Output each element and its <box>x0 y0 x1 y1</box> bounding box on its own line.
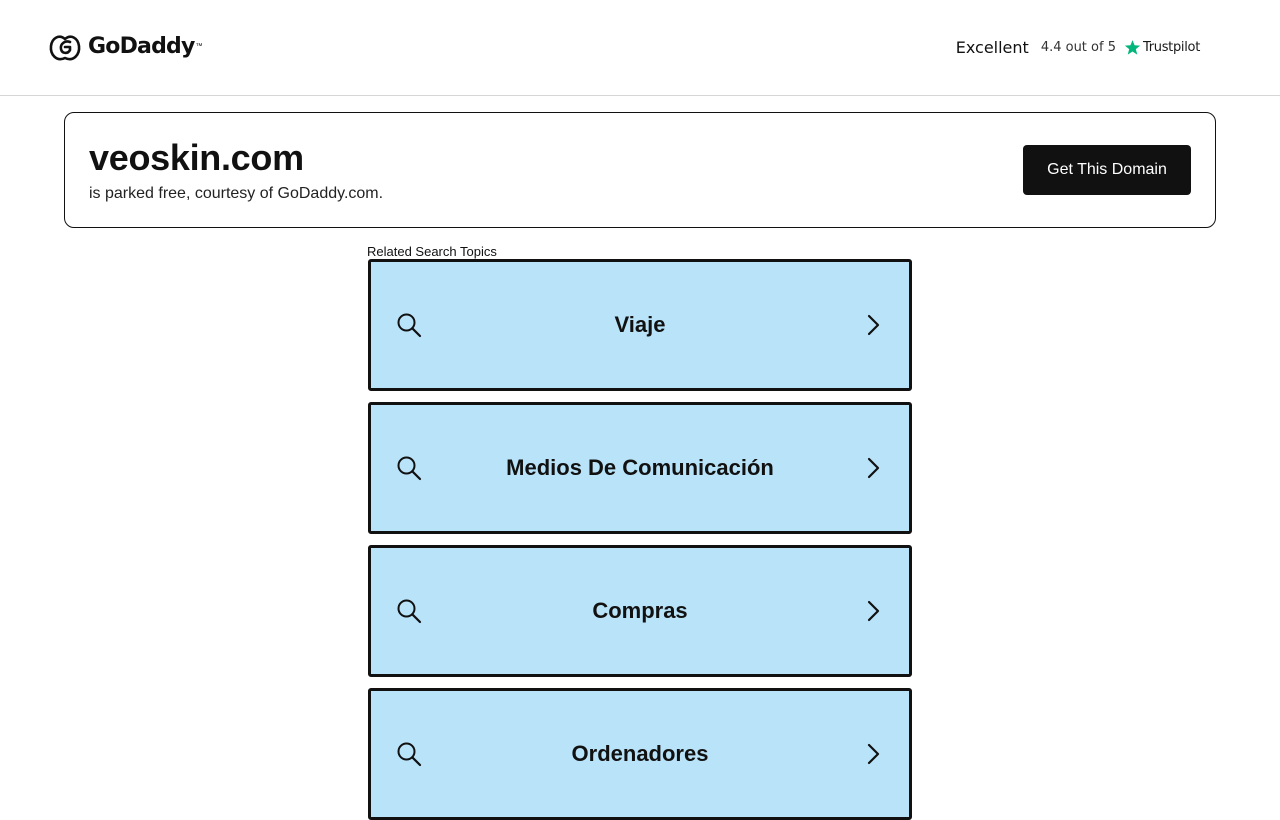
chevron-right-icon <box>867 457 880 479</box>
domain-name: veoskin.com <box>89 137 304 178</box>
topic-label: Ordenadores <box>571 741 709 766</box>
search-icon <box>397 313 422 338</box>
topic-label: Viaje <box>614 312 666 337</box>
domain-card: veoskin.com is parked free, courtesy of … <box>64 112 1216 228</box>
domain-subtitle: is parked free, courtesy of GoDaddy.com. <box>89 185 384 202</box>
godaddy-logo[interactable]: GoDaddy ™ <box>48 31 203 63</box>
chevron-right-icon <box>867 314 880 336</box>
search-icon <box>397 599 422 624</box>
trustpilot-rating-word: Excellent <box>955 38 1029 57</box>
search-icon <box>397 742 422 767</box>
trademark-mark: ™ <box>195 43 203 50</box>
trustpilot-brand: Trustpilot <box>1142 40 1200 55</box>
site-header: GoDaddy ™ Excellent 4.4 out of 5 Trustpil… <box>0 0 1280 96</box>
trustpilot-rating[interactable]: Excellent 4.4 out of 5 Trustpilot <box>955 38 1201 57</box>
chevron-right-icon <box>867 600 880 622</box>
topic-link-viaje[interactable]: Viaje <box>368 259 912 391</box>
godaddy-logo-icon <box>49 35 81 61</box>
chevron-right-icon <box>867 743 880 765</box>
search-icon <box>397 456 422 481</box>
trustpilot-score: 4.4 out of 5 <box>1040 40 1116 55</box>
trustpilot-star-icon <box>1124 40 1141 55</box>
brand-name: GoDaddy <box>88 34 195 59</box>
topic-link-ordenadores[interactable]: Ordenadores <box>368 688 912 820</box>
get-this-domain-button[interactable]: Get This Domain <box>1023 145 1191 195</box>
related-search-topics-heading: Related Search Topics <box>367 244 497 259</box>
topic-label: Compras <box>592 598 688 623</box>
topic-link-medios-de-comunicacion[interactable]: Medios De Comunicación <box>368 402 912 534</box>
topic-link-compras[interactable]: Compras <box>368 545 912 677</box>
topic-label: Medios De Comunicación <box>506 455 774 480</box>
